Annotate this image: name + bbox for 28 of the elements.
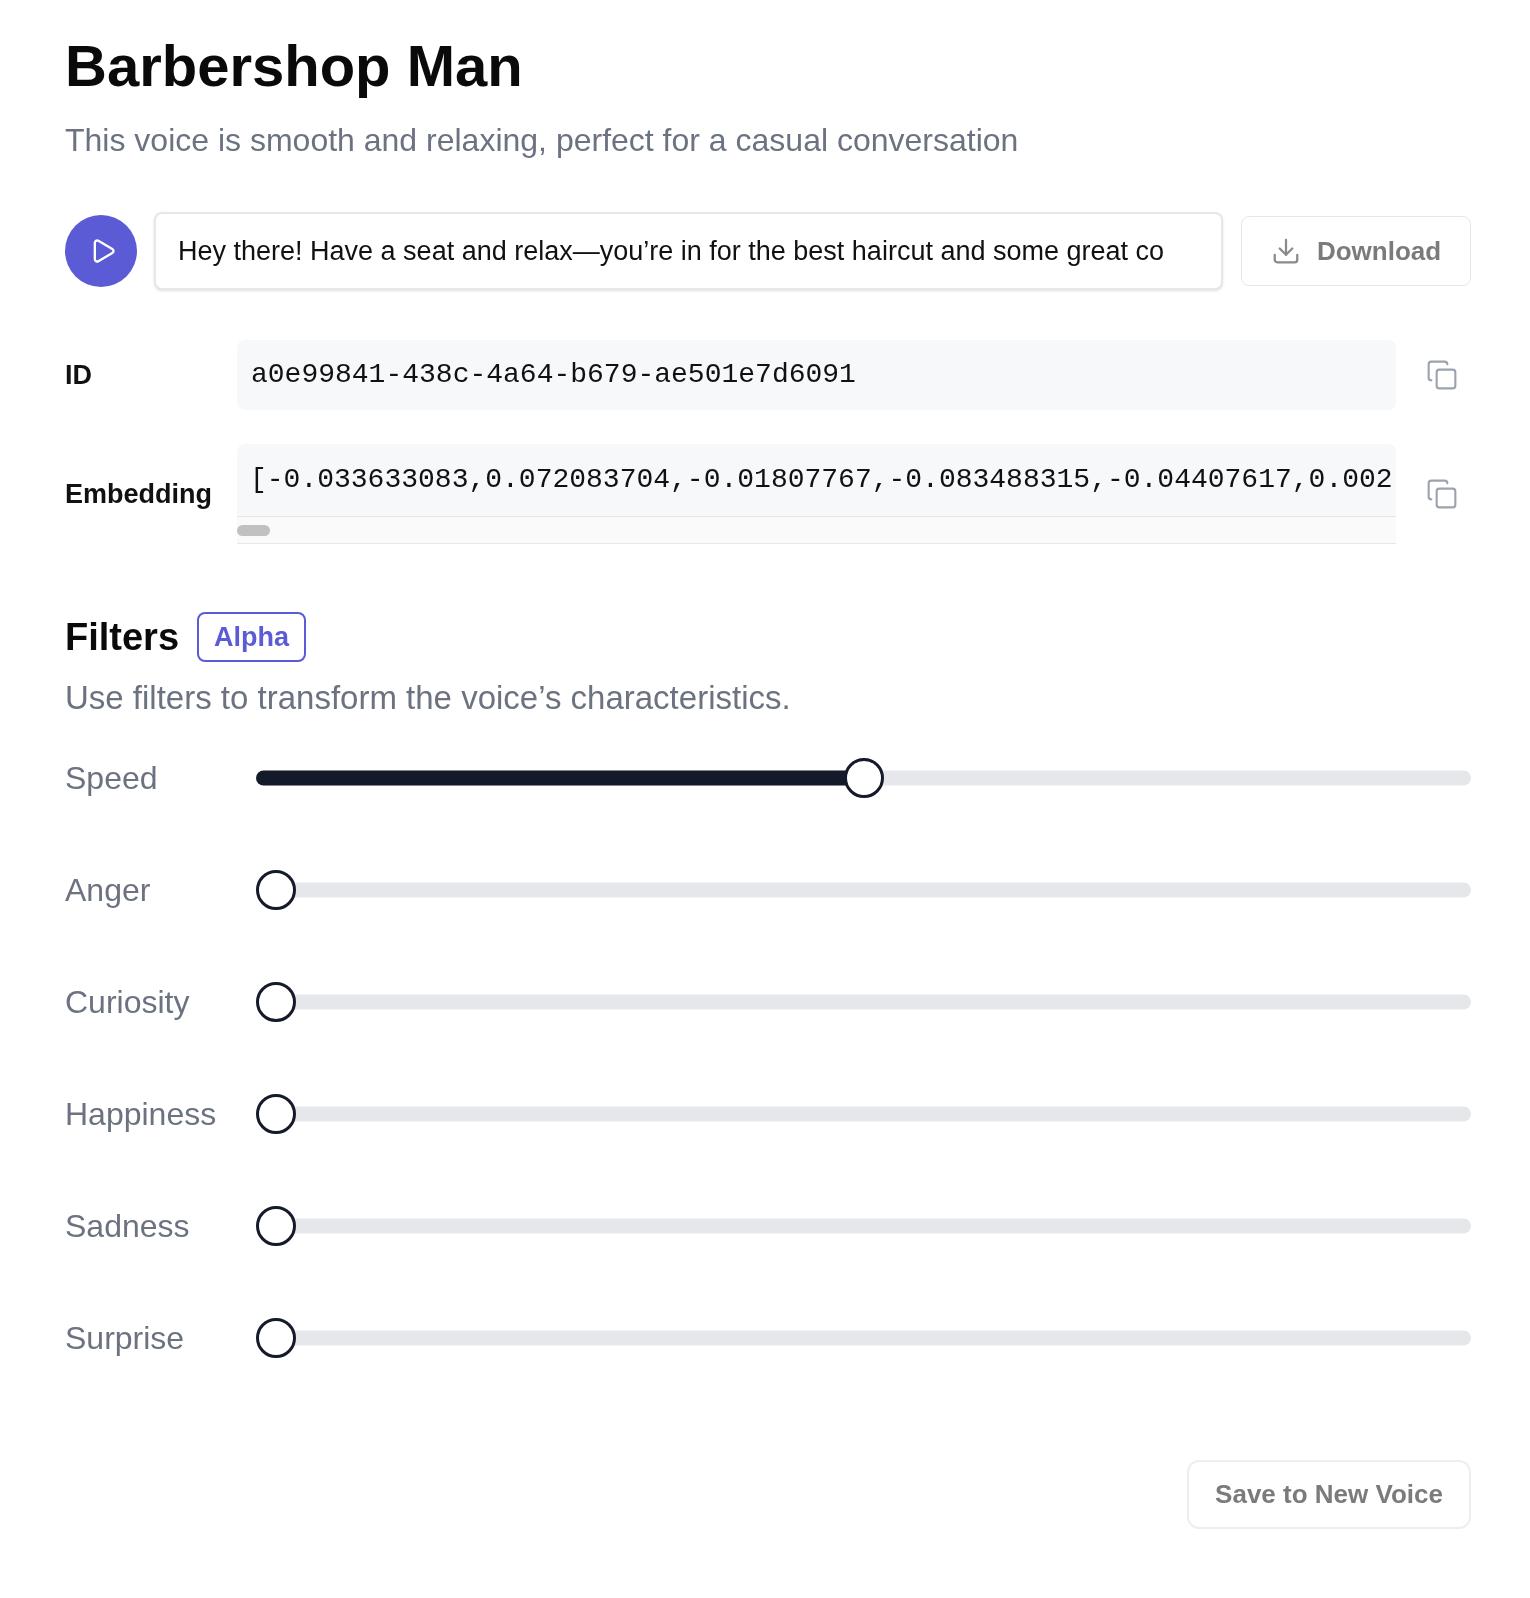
slider-label: Sadness [65, 1210, 191, 1242]
filters-description: Use filters to transform the voice’s characteristics. [65, 681, 791, 714]
slider-thumb[interactable] [256, 982, 296, 1022]
slider-thumb[interactable] [256, 870, 296, 910]
voice-description: This voice is smooth and relaxing, perfect for a casual conversation [65, 124, 1019, 156]
filters-heading: Filters [65, 618, 180, 656]
slider-track[interactable] [256, 982, 1471, 1022]
field-label: ID [65, 358, 93, 392]
slider-track[interactable] [256, 1094, 1471, 1134]
slider-thumb[interactable] [256, 1094, 296, 1134]
slider-label: Happiness [65, 1098, 218, 1130]
slider-track[interactable] [256, 870, 1471, 910]
slider-track[interactable] [256, 1206, 1471, 1246]
scrollbar-thumb[interactable] [237, 524, 270, 536]
slider-label: Anger [65, 874, 152, 906]
slider-thumb[interactable] [256, 1206, 296, 1246]
slider-label: Curiosity [65, 986, 191, 1018]
slider-track[interactable] [256, 758, 1471, 798]
slider-thumb[interactable] [843, 758, 884, 798]
id-value: a0e99841-438c-4a64-b679-ae501e7d6091 [251, 358, 856, 392]
field-label: Embedding [65, 477, 213, 511]
slider-track[interactable] [256, 1318, 1471, 1358]
stage-badge: Alpha [197, 612, 307, 662]
embedding-value: [-0.033633083,0.072083704,-0.01807767,-0.083488315,-0.04407617,0.002 [250, 463, 1393, 497]
slider-label: Surprise [65, 1322, 186, 1354]
slider-thumb[interactable] [256, 1318, 296, 1358]
slider-label: Speed [65, 762, 159, 794]
sample-text-field[interactable]: Hey there! Have a seat and relax—you’re in for the best haircut and some great co [154, 212, 1223, 290]
